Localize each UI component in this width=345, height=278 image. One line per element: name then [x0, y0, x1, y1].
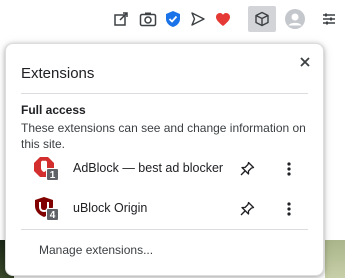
- close-icon: [300, 57, 310, 67]
- divider-top: [21, 93, 308, 94]
- more-vert-icon: [287, 202, 291, 216]
- profile-avatar-icon[interactable]: [283, 7, 307, 31]
- heart-icon[interactable]: [211, 7, 235, 31]
- popup-title: Extensions: [21, 65, 95, 82]
- extension-name: AdBlock — best ad blocker: [73, 161, 224, 175]
- extension-row-adblock[interactable]: 1 AdBlock — best ad blocker: [6, 149, 323, 189]
- more-options-button[interactable]: [279, 199, 299, 219]
- section-title: Full access: [21, 103, 86, 117]
- send-icon[interactable]: [186, 7, 210, 31]
- pin-button[interactable]: [237, 159, 257, 179]
- adblock-icon: 1: [33, 156, 59, 182]
- manage-extensions-link[interactable]: Manage extensions...: [39, 243, 153, 257]
- extensions-puzzle-icon[interactable]: [248, 6, 276, 32]
- ublock-origin-icon: 4: [33, 196, 59, 222]
- extension-badge: 1: [46, 168, 59, 181]
- section-description: These extensions can see and change info…: [21, 121, 306, 151]
- screenshot-icon[interactable]: [136, 7, 160, 31]
- browser-toolbar: [0, 0, 345, 38]
- extensions-popup: Extensions Full access These extensions …: [5, 43, 324, 276]
- more-vert-icon: [287, 162, 291, 176]
- shield-check-icon[interactable]: [161, 7, 185, 31]
- pin-button[interactable]: [237, 199, 257, 219]
- pin-icon: [240, 161, 255, 176]
- close-button[interactable]: [295, 52, 315, 72]
- divider-bottom: [21, 229, 308, 230]
- pin-icon: [240, 201, 255, 216]
- menu-icon[interactable]: [317, 7, 341, 31]
- extension-badge: 4: [46, 208, 59, 221]
- page-background-right: [325, 240, 345, 278]
- more-options-button[interactable]: [279, 159, 299, 179]
- extension-row-ublock-origin[interactable]: 4 uBlock Origin: [6, 189, 323, 229]
- share-icon[interactable]: [109, 7, 133, 31]
- extension-name: uBlock Origin: [73, 201, 148, 215]
